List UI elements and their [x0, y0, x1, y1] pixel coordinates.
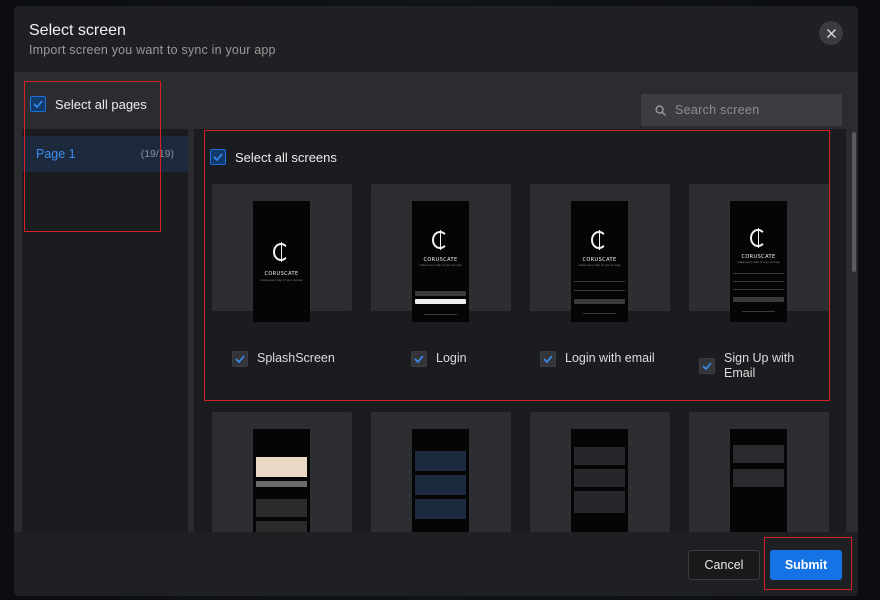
screen-card[interactable] [689, 412, 829, 532]
thumbnail-tagline: make every step of your journey [260, 279, 303, 282]
thumbnail-button [574, 299, 625, 304]
screen-card-splashscreen[interactable]: CORUSCATE make every step of your journe… [212, 184, 352, 322]
dialog-title: Select screen [29, 22, 126, 39]
screen-thumbnail: CORUSCATE make every step of your journe… [253, 201, 310, 322]
screen-thumbnail: CORUSCATE make every step of your journe… [571, 201, 628, 322]
thumbnail-card [415, 499, 466, 519]
dialog-subtitle: Import screen you want to sync in your a… [29, 43, 276, 57]
thumbnail-card [733, 445, 784, 463]
thumbnail-field [574, 290, 625, 291]
screen-item-login-with-email[interactable]: Login with email [540, 351, 655, 367]
thumbnail-brand: CORUSCATE [423, 257, 458, 263]
dialog-footer: Cancel Submit [14, 532, 858, 596]
thumbnail-button [415, 299, 466, 304]
thumbnail-divider [424, 314, 457, 315]
brand-logo-icon [750, 228, 766, 248]
check-icon [543, 355, 553, 363]
screens-panel: Select all screens CORUSCATE make every … [194, 129, 846, 532]
thumbnail-card [256, 521, 307, 532]
screen-label: SplashScreen [257, 351, 335, 365]
screen-card[interactable] [212, 412, 352, 532]
search-input[interactable] [675, 103, 825, 117]
select-screen-dialog: Select screen Import screen you want to … [14, 6, 858, 596]
screen-label: Login [436, 351, 467, 365]
check-icon [33, 100, 43, 108]
screen-item-login[interactable]: Login [411, 351, 467, 367]
brand-logo-icon [273, 242, 289, 262]
screen-thumbnail: CORUSCATE make every step of your journe… [730, 201, 787, 322]
screen-thumbnail: CORUSCATE make every step of your journe… [412, 201, 469, 322]
screen-item-sign-up-with-email[interactable]: Sign Up with Email [699, 351, 809, 381]
close-icon [826, 28, 836, 38]
submit-button[interactable]: Submit [770, 550, 842, 580]
select-all-screens[interactable]: Select all screens [210, 149, 337, 165]
thumbnail-brand: CORUSCATE [582, 257, 617, 263]
thumbnail-button [415, 291, 466, 296]
thumbnail-field [733, 273, 784, 274]
screen-label: Login with email [565, 351, 655, 365]
brand-logo-icon [591, 230, 607, 250]
screen-card-login-with-email[interactable]: CORUSCATE make every step of your journe… [530, 184, 670, 322]
search-box[interactable] [641, 94, 842, 126]
brand-logo-icon [432, 230, 448, 250]
screen-label: Sign Up with Email [724, 351, 795, 380]
select-all-pages-checkbox[interactable] [30, 96, 46, 112]
page-item-count: (19/19) [140, 148, 174, 160]
thumbnail-button [733, 297, 784, 302]
pages-sidebar: Page 1 (19/19) [22, 129, 188, 532]
dialog-body: Select all pages Page 1 (19/19) Select a… [14, 72, 858, 532]
screen-checkbox[interactable] [411, 351, 427, 367]
sidebar-item-page-1[interactable]: Page 1 (19/19) [22, 136, 188, 172]
check-icon [702, 362, 712, 370]
screen-thumbnail [730, 429, 787, 532]
thumbnail-card [574, 447, 625, 465]
thumbnail-divider [742, 311, 775, 312]
close-button[interactable] [819, 21, 843, 45]
thumbnail-tagline: make every step of your journey [578, 264, 621, 267]
thumbnail-field [733, 289, 784, 290]
select-all-pages[interactable]: Select all pages [30, 96, 147, 112]
screen-thumbnail [253, 429, 310, 532]
screens-scrollbar[interactable] [852, 132, 856, 272]
check-icon [235, 355, 245, 363]
screen-card[interactable] [530, 412, 670, 532]
thumbnail-brand: CORUSCATE [264, 271, 299, 277]
thumbnail-tagline: make every step of your journey [737, 261, 780, 264]
check-icon [414, 355, 424, 363]
select-all-screens-checkbox[interactable] [210, 149, 226, 165]
thumbnail-card [415, 475, 466, 495]
thumbnail-field [733, 281, 784, 282]
search-icon [655, 104, 666, 116]
dialog-header: Select screen Import screen you want to … [14, 6, 858, 72]
thumbnail-divider [583, 313, 616, 314]
thumbnail-brand: CORUSCATE [741, 254, 776, 260]
screen-thumbnail [412, 429, 469, 532]
screen-thumbnail [571, 429, 628, 532]
thumbnail-card [574, 491, 625, 513]
thumbnail-card [733, 469, 784, 487]
thumbnail-card [574, 469, 625, 487]
cancel-button[interactable]: Cancel [688, 550, 760, 580]
thumbnail-card [256, 499, 307, 517]
page-item-label: Page 1 [36, 147, 76, 161]
screen-card[interactable] [371, 412, 511, 532]
select-all-screens-label: Select all screens [235, 149, 337, 165]
select-all-pages-label: Select all pages [55, 96, 147, 112]
thumbnail-banner [256, 457, 307, 477]
thumbnail-avatars [256, 481, 307, 487]
thumbnail-tagline: make every step of your journey [419, 264, 462, 267]
thumbnail-field [574, 281, 625, 282]
screen-card-login[interactable]: CORUSCATE make every step of your journe… [371, 184, 511, 322]
screen-checkbox[interactable] [699, 358, 715, 374]
check-icon [213, 153, 223, 161]
screen-item-splashscreen[interactable]: SplashScreen [232, 351, 335, 367]
screen-card-sign-up-with-email[interactable]: CORUSCATE make every step of your journe… [689, 184, 829, 322]
screen-checkbox[interactable] [232, 351, 248, 367]
thumbnail-card [415, 451, 466, 471]
screen-checkbox[interactable] [540, 351, 556, 367]
